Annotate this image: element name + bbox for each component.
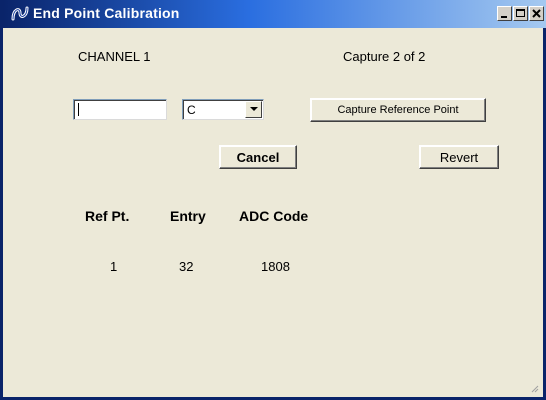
capture-reference-point-button[interactable]: Capture Reference Point	[310, 98, 486, 122]
resize-grip-icon[interactable]	[529, 383, 539, 393]
column-header-entry: Entry	[170, 208, 206, 224]
window-title: End Point Calibration	[33, 5, 180, 21]
minimize-button[interactable]	[497, 6, 512, 21]
cell-ref-pt: 1	[110, 259, 118, 274]
entry-input[interactable]	[73, 99, 167, 120]
calibration-window: End Point Calibration CHANNEL 1 Capture …	[0, 0, 546, 400]
close-icon	[532, 9, 541, 18]
app-logo-icon	[11, 5, 29, 23]
maximize-icon	[516, 9, 525, 17]
column-header-ref-pt: Ref Pt.	[85, 208, 130, 224]
dialog-body: CHANNEL 1 Capture 2 of 2 C Capture Refer…	[3, 28, 543, 397]
channel-label: CHANNEL 1	[78, 49, 151, 64]
revert-button[interactable]: Revert	[419, 145, 499, 169]
cell-entry: 32	[179, 259, 194, 274]
maximize-button[interactable]	[513, 6, 528, 21]
unit-select-value: C	[187, 103, 196, 117]
chevron-down-icon	[250, 107, 258, 111]
unit-select[interactable]: C	[182, 99, 264, 120]
capture-status: Capture 2 of 2	[343, 49, 426, 64]
dropdown-arrow-button[interactable]	[245, 101, 262, 118]
text-caret	[78, 103, 79, 116]
cancel-button[interactable]: Cancel	[219, 145, 297, 169]
title-bar[interactable]: End Point Calibration	[3, 0, 546, 28]
close-button[interactable]	[529, 6, 544, 21]
column-header-adc-code: ADC Code	[239, 208, 309, 224]
cell-adc-code: 1808	[261, 259, 290, 274]
minimize-icon	[501, 16, 507, 18]
